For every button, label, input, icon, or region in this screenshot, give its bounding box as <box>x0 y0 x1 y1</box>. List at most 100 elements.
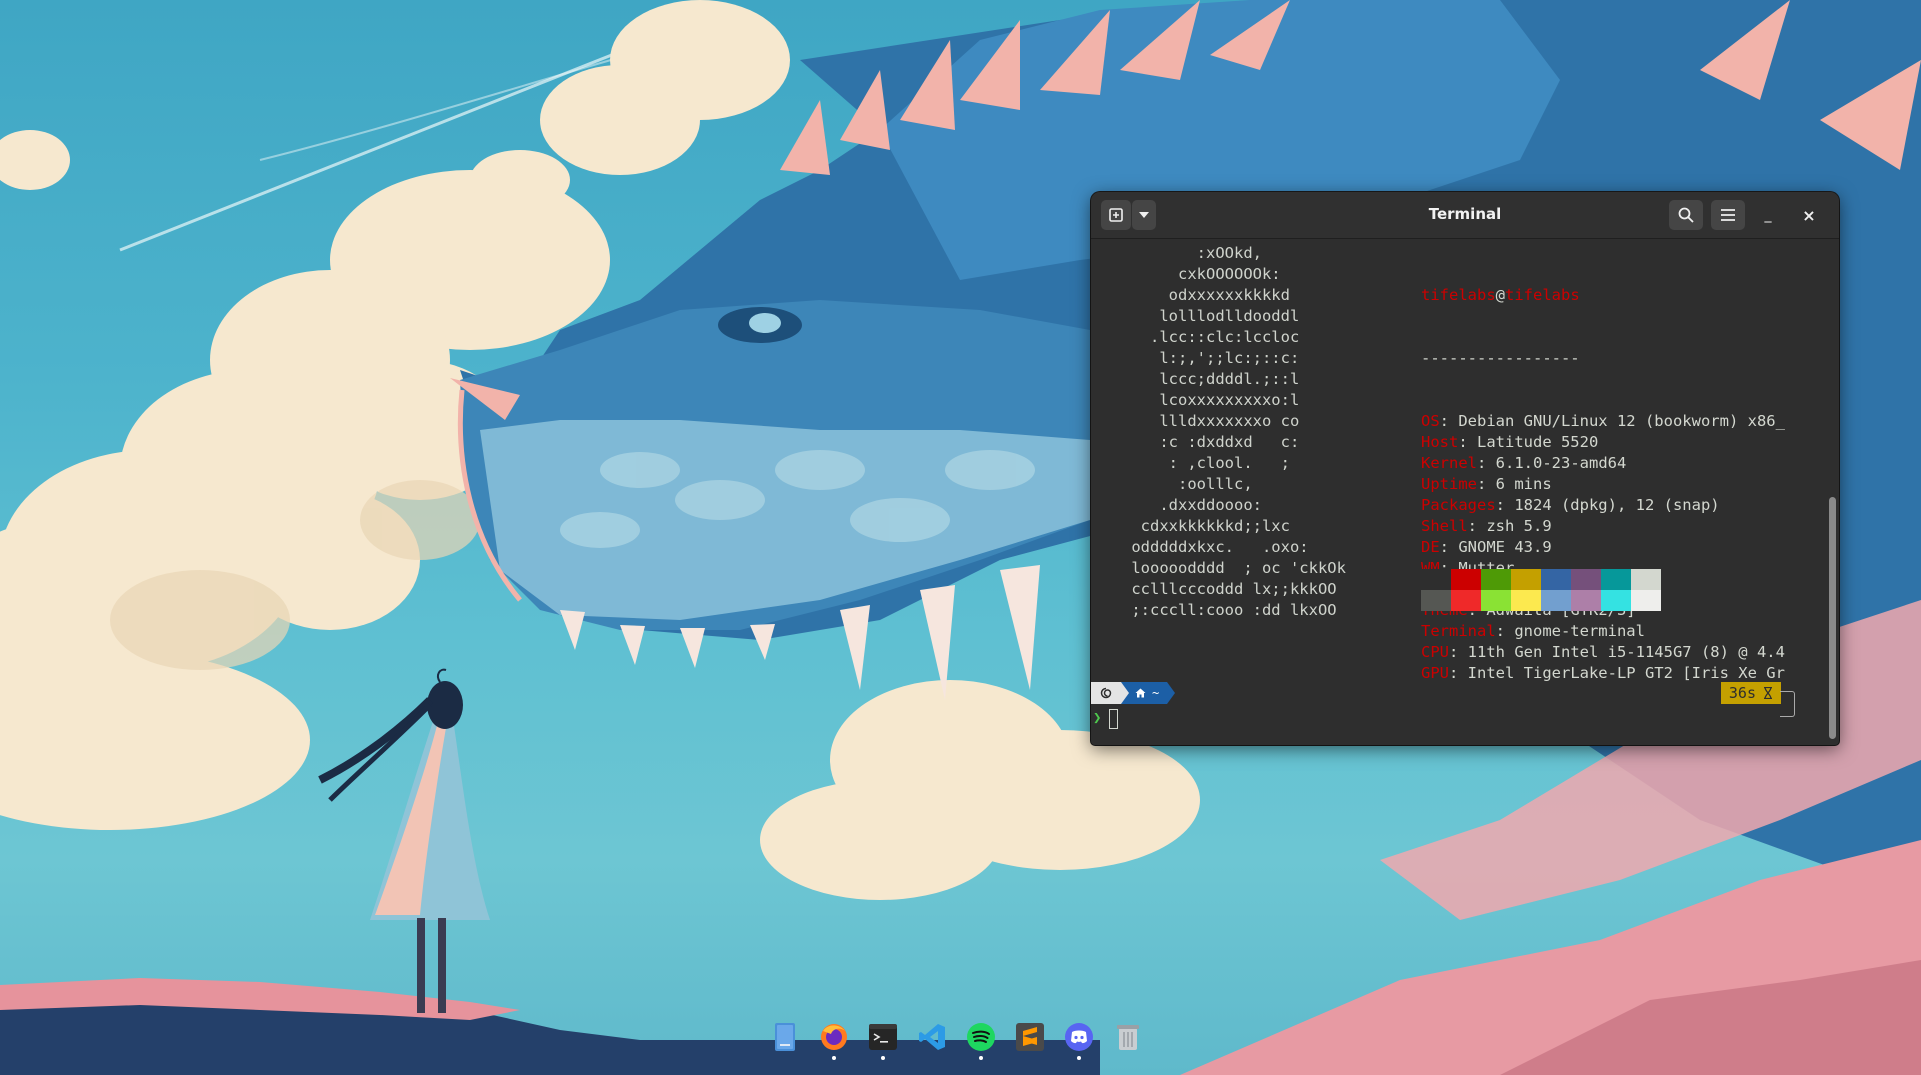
info-key: OS <box>1421 412 1440 430</box>
title-bar[interactable]: Terminal _ × <box>1091 192 1839 239</box>
info-key: GPU <box>1421 664 1449 682</box>
hostname: tifelabs <box>1505 286 1580 304</box>
color-swatch <box>1541 569 1571 590</box>
minimize-icon: _ <box>1764 207 1772 223</box>
segment-separator <box>1121 682 1129 704</box>
info-value: : Debian GNU/Linux 12 (bookworm) x86_ <box>1439 412 1785 430</box>
running-indicator <box>832 1056 836 1060</box>
info-key: Terminal <box>1421 622 1496 640</box>
prompt-segments: ~ <box>1091 682 1176 704</box>
info-row: CPU: 11th Gen Intel i5-1145G7 (8) @ 4.4 <box>1421 642 1785 663</box>
dock-trash[interactable] <box>1113 1022 1143 1052</box>
close-icon: × <box>1802 205 1816 225</box>
os-segment <box>1091 682 1121 704</box>
info-row: Packages: 1824 (dpkg), 12 (snap) <box>1421 495 1785 516</box>
running-indicator <box>881 1056 885 1060</box>
prompt-chevron: ❯ <box>1093 710 1102 726</box>
info-row: Host: Latitude 5520 <box>1421 432 1785 453</box>
dock-discord[interactable] <box>1064 1022 1094 1060</box>
logo-line: l:;,';;lc:;::c: <box>1122 349 1300 367</box>
color-swatch <box>1421 569 1451 590</box>
scrollbar[interactable] <box>1829 497 1836 739</box>
info-row: Terminal: gnome-terminal <box>1421 621 1785 642</box>
color-swatch <box>1571 590 1601 611</box>
color-swatch <box>1601 590 1631 611</box>
info-value: : 6.1.0-23-amd64 <box>1477 454 1627 472</box>
color-palette <box>1421 569 1661 611</box>
spotify-icon <box>967 1023 995 1051</box>
running-indicator <box>1077 1056 1081 1060</box>
color-swatch <box>1631 590 1661 611</box>
color-swatch <box>1511 569 1541 590</box>
info-row: Kernel: 6.1.0-23-amd64 <box>1421 453 1785 474</box>
search-icon <box>1678 207 1694 223</box>
minimize-button[interactable]: _ <box>1757 204 1779 226</box>
terminal-content[interactable]: :xOOkd, cxkOOOOOOk: odxxxxxxkkkkd lolllo… <box>1091 239 1825 745</box>
logo-line: .lcc::clc:lccloc <box>1122 328 1300 346</box>
logo-line: lccc;ddddl.;::l <box>1122 370 1300 388</box>
logo-line: lolllodlldooddl <box>1122 307 1300 325</box>
debian-ascii-logo: :xOOkd, cxkOOOOOOk: odxxxxxxkkkkd lolllo… <box>1122 243 1346 621</box>
color-swatch <box>1571 569 1601 590</box>
info-key: Shell <box>1421 517 1468 535</box>
text-cursor <box>1109 708 1119 729</box>
current-directory: ~ <box>1152 685 1160 700</box>
search-button[interactable] <box>1669 200 1703 230</box>
dock-firefox[interactable] <box>819 1022 849 1060</box>
logo-line: ;:cccll:cooo :dd lkxOO <box>1122 601 1337 619</box>
color-swatch <box>1541 590 1571 611</box>
logo-line: looooodddd ; oc 'ckkOk <box>1122 559 1346 577</box>
color-swatch <box>1451 569 1481 590</box>
logo-line: :c :dxddxd c: <box>1122 433 1300 451</box>
trash-icon <box>1117 1025 1139 1050</box>
info-value: : Latitude 5520 <box>1458 433 1599 451</box>
info-key: Packages <box>1421 496 1496 514</box>
info-row: DE: GNOME 43.9 <box>1421 537 1785 558</box>
discord-icon <box>1065 1023 1093 1051</box>
info-value: : GNOME 43.9 <box>1439 538 1552 556</box>
at-sign: @ <box>1495 286 1505 304</box>
system-info: tifelabs@tifelabs ----------------- OS: … <box>1421 243 1785 726</box>
menu-button[interactable] <box>1711 200 1745 230</box>
color-swatch <box>1511 590 1541 611</box>
segment-end <box>1167 682 1176 704</box>
terminal-window[interactable]: Terminal _ × :xOOkd, cxkOOOOOOk: odxxxxx… <box>1091 192 1839 745</box>
dock-files[interactable] <box>770 1022 800 1052</box>
user-host-line: tifelabs@tifelabs <box>1421 285 1785 306</box>
debian-swirl-icon <box>1100 687 1112 699</box>
logo-line: :oolllc, <box>1122 475 1253 493</box>
directory-segment: ~ <box>1129 682 1168 704</box>
terminal-icon <box>869 1024 897 1050</box>
logo-line: cdxxkkkkkkd;;lxc <box>1122 517 1290 535</box>
close-button[interactable]: × <box>1798 204 1820 226</box>
dock-terminal[interactable] <box>868 1022 898 1060</box>
palette-bright-row <box>1421 590 1661 611</box>
color-swatch <box>1631 569 1661 590</box>
sublime-text-icon <box>1016 1023 1044 1051</box>
logo-line: odxxxxxxkkkkd <box>1122 286 1290 304</box>
home-icon <box>1135 688 1146 698</box>
color-swatch <box>1421 590 1451 611</box>
color-swatch <box>1481 590 1511 611</box>
hourglass-icon <box>1764 687 1772 699</box>
logo-line: :xOOkd, <box>1122 244 1262 262</box>
info-value: : 11th Gen Intel i5-1145G7 (8) @ 4.4 <box>1449 643 1785 661</box>
info-value: : Intel TigerLake-LP GT2 [Iris Xe Gr <box>1449 664 1785 682</box>
username: tifelabs <box>1421 286 1496 304</box>
dock-spotify[interactable] <box>966 1022 996 1060</box>
prompt-line[interactable]: ❯ <box>1093 708 1119 729</box>
info-value: : gnome-terminal <box>1495 622 1645 640</box>
dock-vscode[interactable] <box>917 1022 947 1052</box>
info-row: Shell: zsh 5.9 <box>1421 516 1785 537</box>
dock-sublime-text[interactable] <box>1015 1022 1045 1052</box>
prompt-frame-corner <box>1780 691 1795 717</box>
logo-line: lcoxxxxxxxxxo:l <box>1122 391 1300 409</box>
color-swatch <box>1601 569 1631 590</box>
info-key: Uptime <box>1421 475 1477 493</box>
info-key: DE <box>1421 538 1440 556</box>
palette-dark-row <box>1421 569 1661 590</box>
firefox-icon <box>821 1024 847 1050</box>
logo-line: : ,clool. ; <box>1122 454 1290 472</box>
info-row: OS: Debian GNU/Linux 12 (bookworm) x86_ <box>1421 411 1785 432</box>
files-icon <box>775 1023 795 1051</box>
